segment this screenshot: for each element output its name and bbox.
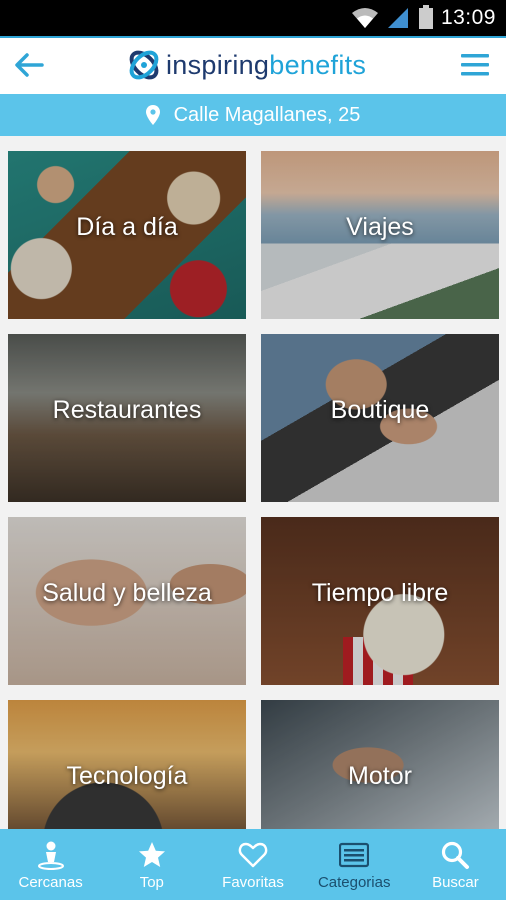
category-tile-salud-y-belleza[interactable]: Salud y belleza <box>8 517 246 685</box>
category-tile-boutique[interactable]: Boutique <box>261 334 499 502</box>
person-pin-icon <box>37 841 64 870</box>
star-icon <box>138 842 165 867</box>
brand-name-part1: inspiring <box>166 50 270 80</box>
signal-icon <box>388 8 408 28</box>
nav-favoritas[interactable]: Favoritas <box>202 829 303 900</box>
category-label: Tiempo libre <box>311 579 449 607</box>
category-tile-tiempo-libre[interactable]: Tiempo libre <box>261 517 499 685</box>
nav-categorias[interactable]: Categorias <box>304 829 405 900</box>
status-time: 13:09 <box>440 6 496 29</box>
battery-icon <box>419 5 433 29</box>
category-label: Salud y belleza <box>42 579 212 607</box>
category-tile-motor[interactable]: Motor <box>261 700 499 830</box>
nav-label: Cercanas <box>18 874 83 891</box>
arrow-left-icon[interactable] <box>12 50 46 80</box>
location-bar[interactable]: Calle Magallanes, 25 <box>0 94 506 136</box>
heart-icon <box>238 842 268 868</box>
nav-buscar[interactable]: Buscar <box>405 829 506 900</box>
brand-name: inspiringbenefits <box>166 47 366 83</box>
nav-top[interactable]: Top <box>101 829 202 900</box>
nav-label: Favoritas <box>222 874 284 891</box>
wifi-icon <box>352 8 378 28</box>
search-icon <box>442 841 470 869</box>
brand-logo-mark <box>129 50 159 80</box>
category-label: Restaurantes <box>52 396 202 424</box>
brand-name-part2: benefits <box>269 50 367 80</box>
location-address: Calle Magallanes, 25 <box>173 103 361 126</box>
nav-label: Categorias <box>317 874 391 891</box>
category-tile-dia-a-dia[interactable]: Día a día <box>8 151 246 319</box>
brand-logo: inspiringbenefits <box>126 47 366 83</box>
category-label: Boutique <box>330 396 430 424</box>
status-bar: 13:09 <box>0 0 506 36</box>
app-bar: inspiringbenefits <box>0 36 506 94</box>
hamburger-menu-icon[interactable] <box>460 50 490 80</box>
category-tile-restaurantes[interactable]: Restaurantes <box>8 334 246 502</box>
category-label: Día a día <box>76 213 178 241</box>
category-label: Tecnología <box>66 762 188 790</box>
nav-label: Top <box>139 874 164 891</box>
category-tile-viajes[interactable]: Viajes <box>261 151 499 319</box>
category-list-icon <box>339 842 370 868</box>
category-label: Motor <box>348 762 412 790</box>
category-label: Viajes <box>346 213 414 241</box>
nav-cercanas[interactable]: Cercanas <box>0 829 101 900</box>
location-pin-icon <box>145 105 160 125</box>
bottom-nav: Cercanas Top Favoritas Categorias Buscar <box>0 829 506 900</box>
category-tile-tecnologia[interactable]: Tecnología <box>8 700 246 830</box>
nav-label: Buscar <box>432 874 479 891</box>
